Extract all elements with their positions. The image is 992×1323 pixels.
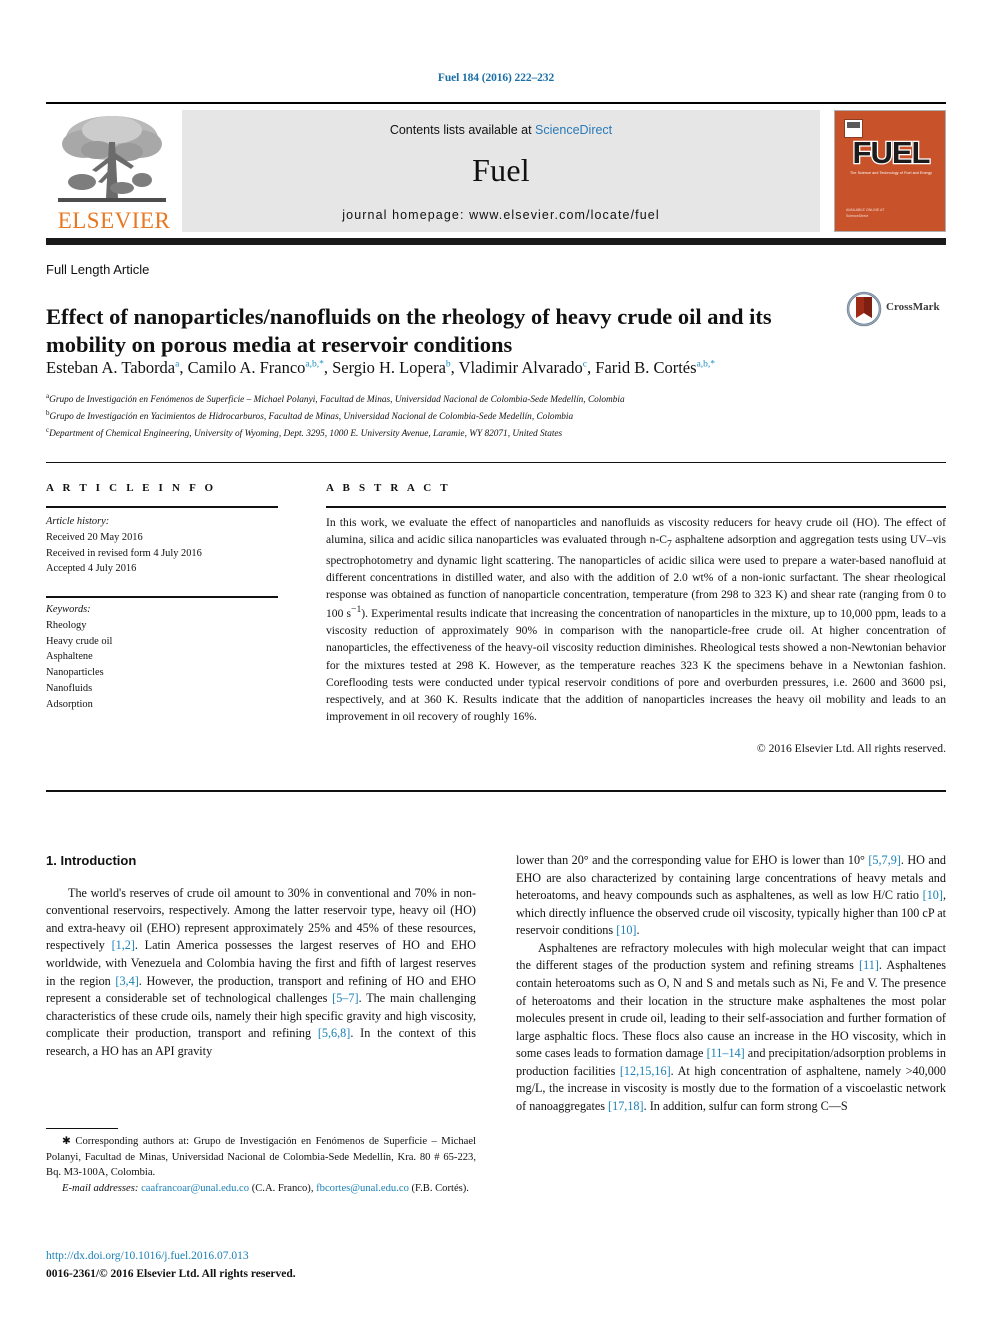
affiliation-item: bGrupo de Investigación en Yacimientos d…: [46, 409, 574, 423]
author-name: Esteban A. Taborda: [46, 358, 176, 377]
keyword-items: Rheology Heavy crude oil Asphaltene Nanopar…: [46, 618, 286, 713]
issn-copyright-line: 0016-2361/© 2016 Elsevier Ltd. All right…: [46, 1268, 296, 1280]
email-link-franco[interactable]: caafrancoar@unal.edu.co: [141, 1183, 249, 1194]
citation-reference[interactable]: [12,15,16]: [620, 1064, 671, 1078]
cover-subtitle: The Science and Technology of Fuel and E…: [850, 171, 932, 175]
elsevier-wordmark: ELSEVIER: [57, 208, 171, 233]
keyword-item: Nanoparticles: [46, 667, 104, 679]
email-addresses-label: E-mail addresses:: [62, 1182, 139, 1194]
author-list: Esteban A. Tabordaa, Camilo A. Francoa,b…: [46, 358, 716, 377]
article-info-rule: [46, 506, 278, 508]
article-type-label: Full Length Article: [46, 262, 150, 277]
citation-reference[interactable]: [5–7]: [332, 991, 358, 1005]
author-name: Farid B. Cortés: [595, 358, 697, 377]
email-addresses-note: E-mail addresses: caafrancoar@unal.edu.c…: [46, 1181, 476, 1197]
affiliation-item: cDepartment of Chemical Engineering, Uni…: [46, 426, 563, 440]
footnote-block: ✱ Corresponding authors at: Grupo de Inv…: [46, 1134, 476, 1196]
journal-masthead: ELSEVIER Contents lists available at Sci…: [46, 102, 946, 234]
keywords-label: Keywords:: [46, 604, 91, 615]
email-link-cortes[interactable]: fbcortes@unal.edu.co: [316, 1183, 409, 1194]
citation-reference[interactable]: [5,7,9]: [868, 853, 901, 867]
author-affiliation-mark: b: [445, 359, 451, 370]
contents-prefix: Contents lists available at: [389, 123, 536, 137]
cover-bottom-line-2: ScienceDirect: [846, 213, 869, 218]
copyright-line: © 2016 Elsevier Ltd. All rights reserved…: [756, 742, 946, 755]
section-heading-introduction: 1. Introduction: [46, 853, 137, 868]
author-affiliation-mark: c: [582, 359, 588, 370]
abstract-rule: [326, 506, 946, 508]
citation-reference[interactable]: [1,2]: [112, 938, 135, 952]
journal-title: Fuel: [472, 152, 530, 188]
email-owner-franco: (C.A. Franco),: [251, 1182, 314, 1194]
article-history-item: Accepted 4 July 2016: [46, 563, 137, 575]
keywords-rule: [46, 596, 278, 598]
article-history-items: Received 20 May 2016 Received in revised …: [46, 530, 286, 577]
doi-link[interactable]: http://dx.doi.org/10.1016/j.fuel.2016.07…: [46, 1250, 249, 1262]
info-block-top-rule: [46, 462, 946, 463]
citation-reference[interactable]: [11–14]: [707, 1046, 745, 1060]
keywords-block: Keywords: Rheology Heavy crude oil Asphalt…: [46, 602, 286, 713]
citation-reference[interactable]: [5,6,8]: [318, 1026, 351, 1040]
body-column-left: 1. Introduction The world's reserves of …: [46, 852, 476, 1060]
crossmark-label: CrossMark: [886, 301, 940, 313]
intro-paragraph-right-2: Asphaltenes are refractory molecules wit…: [516, 940, 947, 1113]
keyword-item: Heavy crude oil: [46, 635, 113, 647]
abstract-text: In this work, we evaluate the effect of …: [326, 516, 947, 724]
keyword-item: Nanofluids: [46, 683, 93, 695]
affiliation-list: aGrupo de Investigación en Fenómenos de …: [46, 391, 946, 442]
article-history-label: Article history:: [46, 516, 110, 527]
corresponding-author-note: ✱ Corresponding authors at: Grupo de Inv…: [46, 1136, 476, 1179]
article-info-heading: A R T I C L E I N F O: [46, 482, 217, 494]
masthead-bottom-rule: [46, 238, 946, 245]
citation-reference[interactable]: [10]: [923, 888, 943, 902]
contents-lists-line: Contents lists available at ScienceDirec…: [182, 123, 820, 137]
keyword-item: Adsorption: [46, 698, 93, 710]
author-name: Sergio H. Lopera: [332, 358, 446, 377]
keyword-item: Asphaltene: [46, 651, 93, 663]
journal-cover-thumbnail: FUEL The Science and Technology of Fuel …: [834, 110, 946, 232]
body-column-right: lower than 20° and the corresponding val…: [516, 852, 946, 1115]
cover-bottom-text: AVAILABLE ONLINE AT ScienceDirect: [846, 208, 884, 219]
affiliation-item: aGrupo de Investigación en Fenómenos de …: [46, 392, 625, 406]
cover-bottom-line-1: AVAILABLE ONLINE AT: [846, 208, 885, 213]
masthead-center-panel: Contents lists available at ScienceDirec…: [182, 110, 820, 232]
citation-reference[interactable]: [11]: [859, 958, 879, 972]
elsevier-tree-icon: [58, 116, 166, 202]
article-history: Article history: Received 20 May 2016 Rec…: [46, 514, 286, 577]
keyword-item: Rheology: [46, 619, 87, 631]
journal-article-first-page: Fuel 184 (2016) 222–232 ELSEVIER Content…: [0, 0, 992, 1323]
article-history-item: Received 20 May 2016: [46, 531, 143, 543]
elsevier-logo: ELSEVIER: [46, 110, 182, 232]
author-name: Vladimir Alvarado: [458, 358, 583, 377]
cover-title: FUEL: [851, 135, 931, 170]
author-affiliation-mark: a: [175, 359, 180, 370]
citation-reference[interactable]: [3,4]: [115, 974, 138, 988]
page-title: Effect of nanoparticles/nanofluids on th…: [46, 304, 772, 358]
author-affiliation-mark: a,b,*: [696, 359, 716, 370]
author-name: Camilo A. Franco: [187, 358, 306, 377]
author-affiliation-mark: a,b,*: [305, 359, 324, 370]
intro-paragraph-right-1: lower than 20° and the corresponding val…: [516, 853, 946, 938]
email-owner-cortes: (F.B. Cortés).: [411, 1182, 469, 1194]
intro-paragraph-left: The world's reserves of crude oil amount…: [46, 885, 477, 1058]
crossmark-icon: [846, 291, 882, 327]
abstract-heading: A B S T R A C T: [326, 482, 451, 494]
running-head: Fuel 184 (2016) 222–232: [437, 72, 555, 84]
article-history-item: Received in revised form 4 July 2016: [46, 547, 202, 559]
journal-homepage-line[interactable]: journal homepage: www.elsevier.com/locat…: [182, 208, 820, 222]
footnote-rule: [46, 1128, 118, 1129]
citation-reference[interactable]: [17,18]: [608, 1099, 644, 1113]
sciencedirect-link[interactable]: ScienceDirect: [535, 123, 612, 137]
abstract-block-bottom-rule: [46, 790, 946, 792]
crossmark-badge[interactable]: CrossMark: [846, 288, 950, 332]
corresponding-author-asterisk: ✱: [62, 1136, 76, 1147]
citation-reference[interactable]: [10]: [616, 923, 636, 937]
